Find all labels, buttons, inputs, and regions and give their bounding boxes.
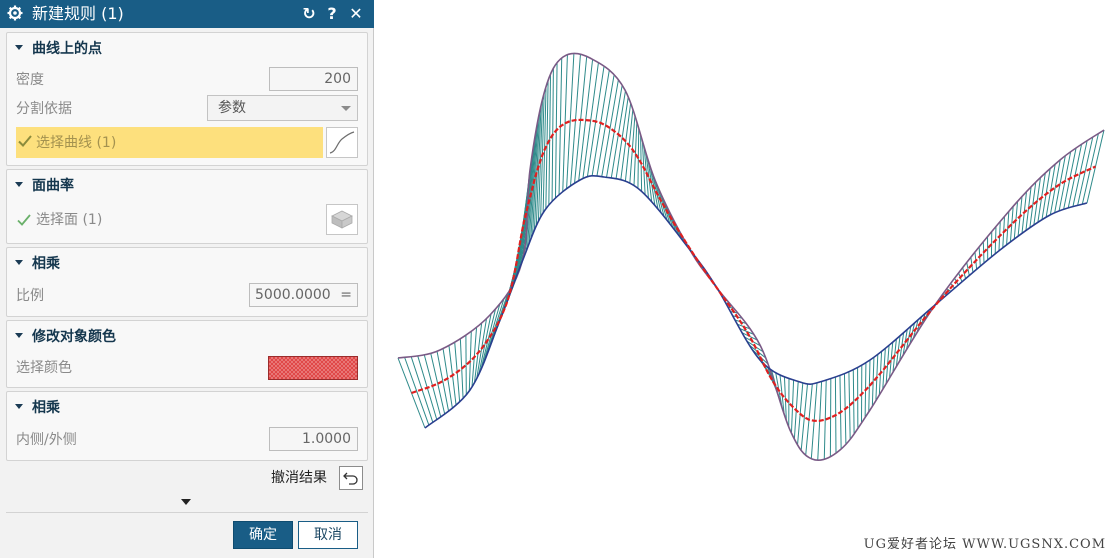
graphics-window[interactable] <box>375 0 1112 558</box>
refresh-icon[interactable]: ↻ <box>300 4 318 24</box>
cancel-button[interactable]: 取消 <box>298 521 358 549</box>
rule-dialog: 新建规则 (1) ↻ ? ✕ 曲线上的点 密度 200 分割依据 参数 选择曲线… <box>0 0 374 558</box>
group-header-multiply[interactable]: 相乘 <box>15 399 60 417</box>
comb-tooth <box>1077 136 1094 206</box>
density-input[interactable]: 200 <box>269 67 358 91</box>
face-select-button[interactable] <box>326 204 358 235</box>
split-by-dropdown[interactable]: 参数 <box>207 95 358 121</box>
curve-select-button[interactable] <box>326 127 358 158</box>
collapse-triangle-icon <box>15 181 23 187</box>
gear-icon[interactable] <box>7 5 23 21</box>
group-title: 修改对象颜色 <box>32 329 116 345</box>
equals-icon[interactable]: = <box>340 284 352 306</box>
curve-icon <box>329 131 355 154</box>
group-title: 曲线上的点 <box>32 41 102 57</box>
chevron-down-icon <box>341 106 351 111</box>
comb-tooth <box>596 74 615 177</box>
split-by-value: 参数 <box>218 100 246 116</box>
group-points-on-curve: 曲线上的点 密度 200 分割依据 参数 选择曲线 (1) <box>6 32 368 166</box>
undo-button[interactable] <box>339 466 363 490</box>
comb-tooth <box>868 360 871 412</box>
dialog-title: 新建规则 (1) <box>32 4 124 23</box>
checkmark-icon <box>18 135 32 147</box>
group-header-multiply[interactable]: 相乘 <box>15 255 60 273</box>
undo-icon <box>343 472 358 485</box>
density-label: 密度 <box>16 72 44 88</box>
comb-tooth <box>436 351 450 412</box>
comb-tooth <box>966 262 970 276</box>
split-by-label: 分割依据 <box>16 101 72 117</box>
scale-label: 比例 <box>16 288 44 304</box>
scale-input[interactable]: 5000.0000 = <box>249 283 358 307</box>
comb-tooth <box>404 357 430 426</box>
group-header-modify-color[interactable]: 修改对象颜色 <box>15 328 116 346</box>
undo-row: 撤消结果 <box>243 466 363 490</box>
comb-tooth <box>852 369 855 435</box>
group-multiply-inout: 相乘 内侧/外侧 1.0000 <box>6 391 368 461</box>
collapse-triangle-icon <box>15 259 23 265</box>
group-title: 相乘 <box>32 400 60 416</box>
group-header-face-curvature[interactable]: 面曲率 <box>15 177 74 195</box>
inside-outside-label: 内侧/外侧 <box>16 432 77 448</box>
scale-value: 5000.0000 <box>255 287 331 303</box>
color-swatch[interactable] <box>268 356 358 380</box>
group-title: 相乘 <box>32 256 60 272</box>
select-face-label: 选择面 (1) <box>36 212 103 228</box>
select-color-label: 选择颜色 <box>16 360 72 376</box>
divider <box>6 512 368 513</box>
close-icon[interactable]: ✕ <box>347 4 365 24</box>
help-icon[interactable]: ? <box>323 4 341 24</box>
more-options-icon[interactable] <box>181 499 191 505</box>
collapse-triangle-icon <box>15 332 23 338</box>
undo-result-label: 撤消结果 <box>271 470 327 486</box>
checkmark-icon <box>17 214 31 226</box>
inside-outside-input[interactable]: 1.0000 <box>269 427 358 451</box>
comb-outer-boundary <box>397 52 1105 461</box>
comb-tooth <box>601 79 619 177</box>
collapse-triangle-icon <box>15 44 23 50</box>
scaled-center-curve <box>411 118 1096 422</box>
select-curve-label: 选择曲线 (1) <box>36 135 117 151</box>
group-title: 面曲率 <box>32 178 74 194</box>
collapse-triangle-icon <box>15 403 23 409</box>
group-modify-color: 修改对象颜色 选择颜色 <box>6 320 368 388</box>
face-icon <box>331 210 353 229</box>
ok-button[interactable]: 确定 <box>233 521 293 549</box>
group-header-points-on-curve[interactable]: 曲线上的点 <box>15 40 102 58</box>
watermark: UG爱好者论坛 WWW.UGSNX.COM <box>863 537 1106 552</box>
select-curve-row[interactable]: 选择曲线 (1) <box>16 127 323 158</box>
group-multiply-scale: 相乘 比例 5000.0000 = <box>6 247 368 317</box>
curvature-comb <box>397 53 1105 461</box>
dialog-titlebar: 新建规则 (1) ↻ ? ✕ <box>0 0 374 28</box>
group-face-curvature: 面曲率 选择面 (1) <box>6 169 368 244</box>
comb-tooth <box>548 74 552 206</box>
